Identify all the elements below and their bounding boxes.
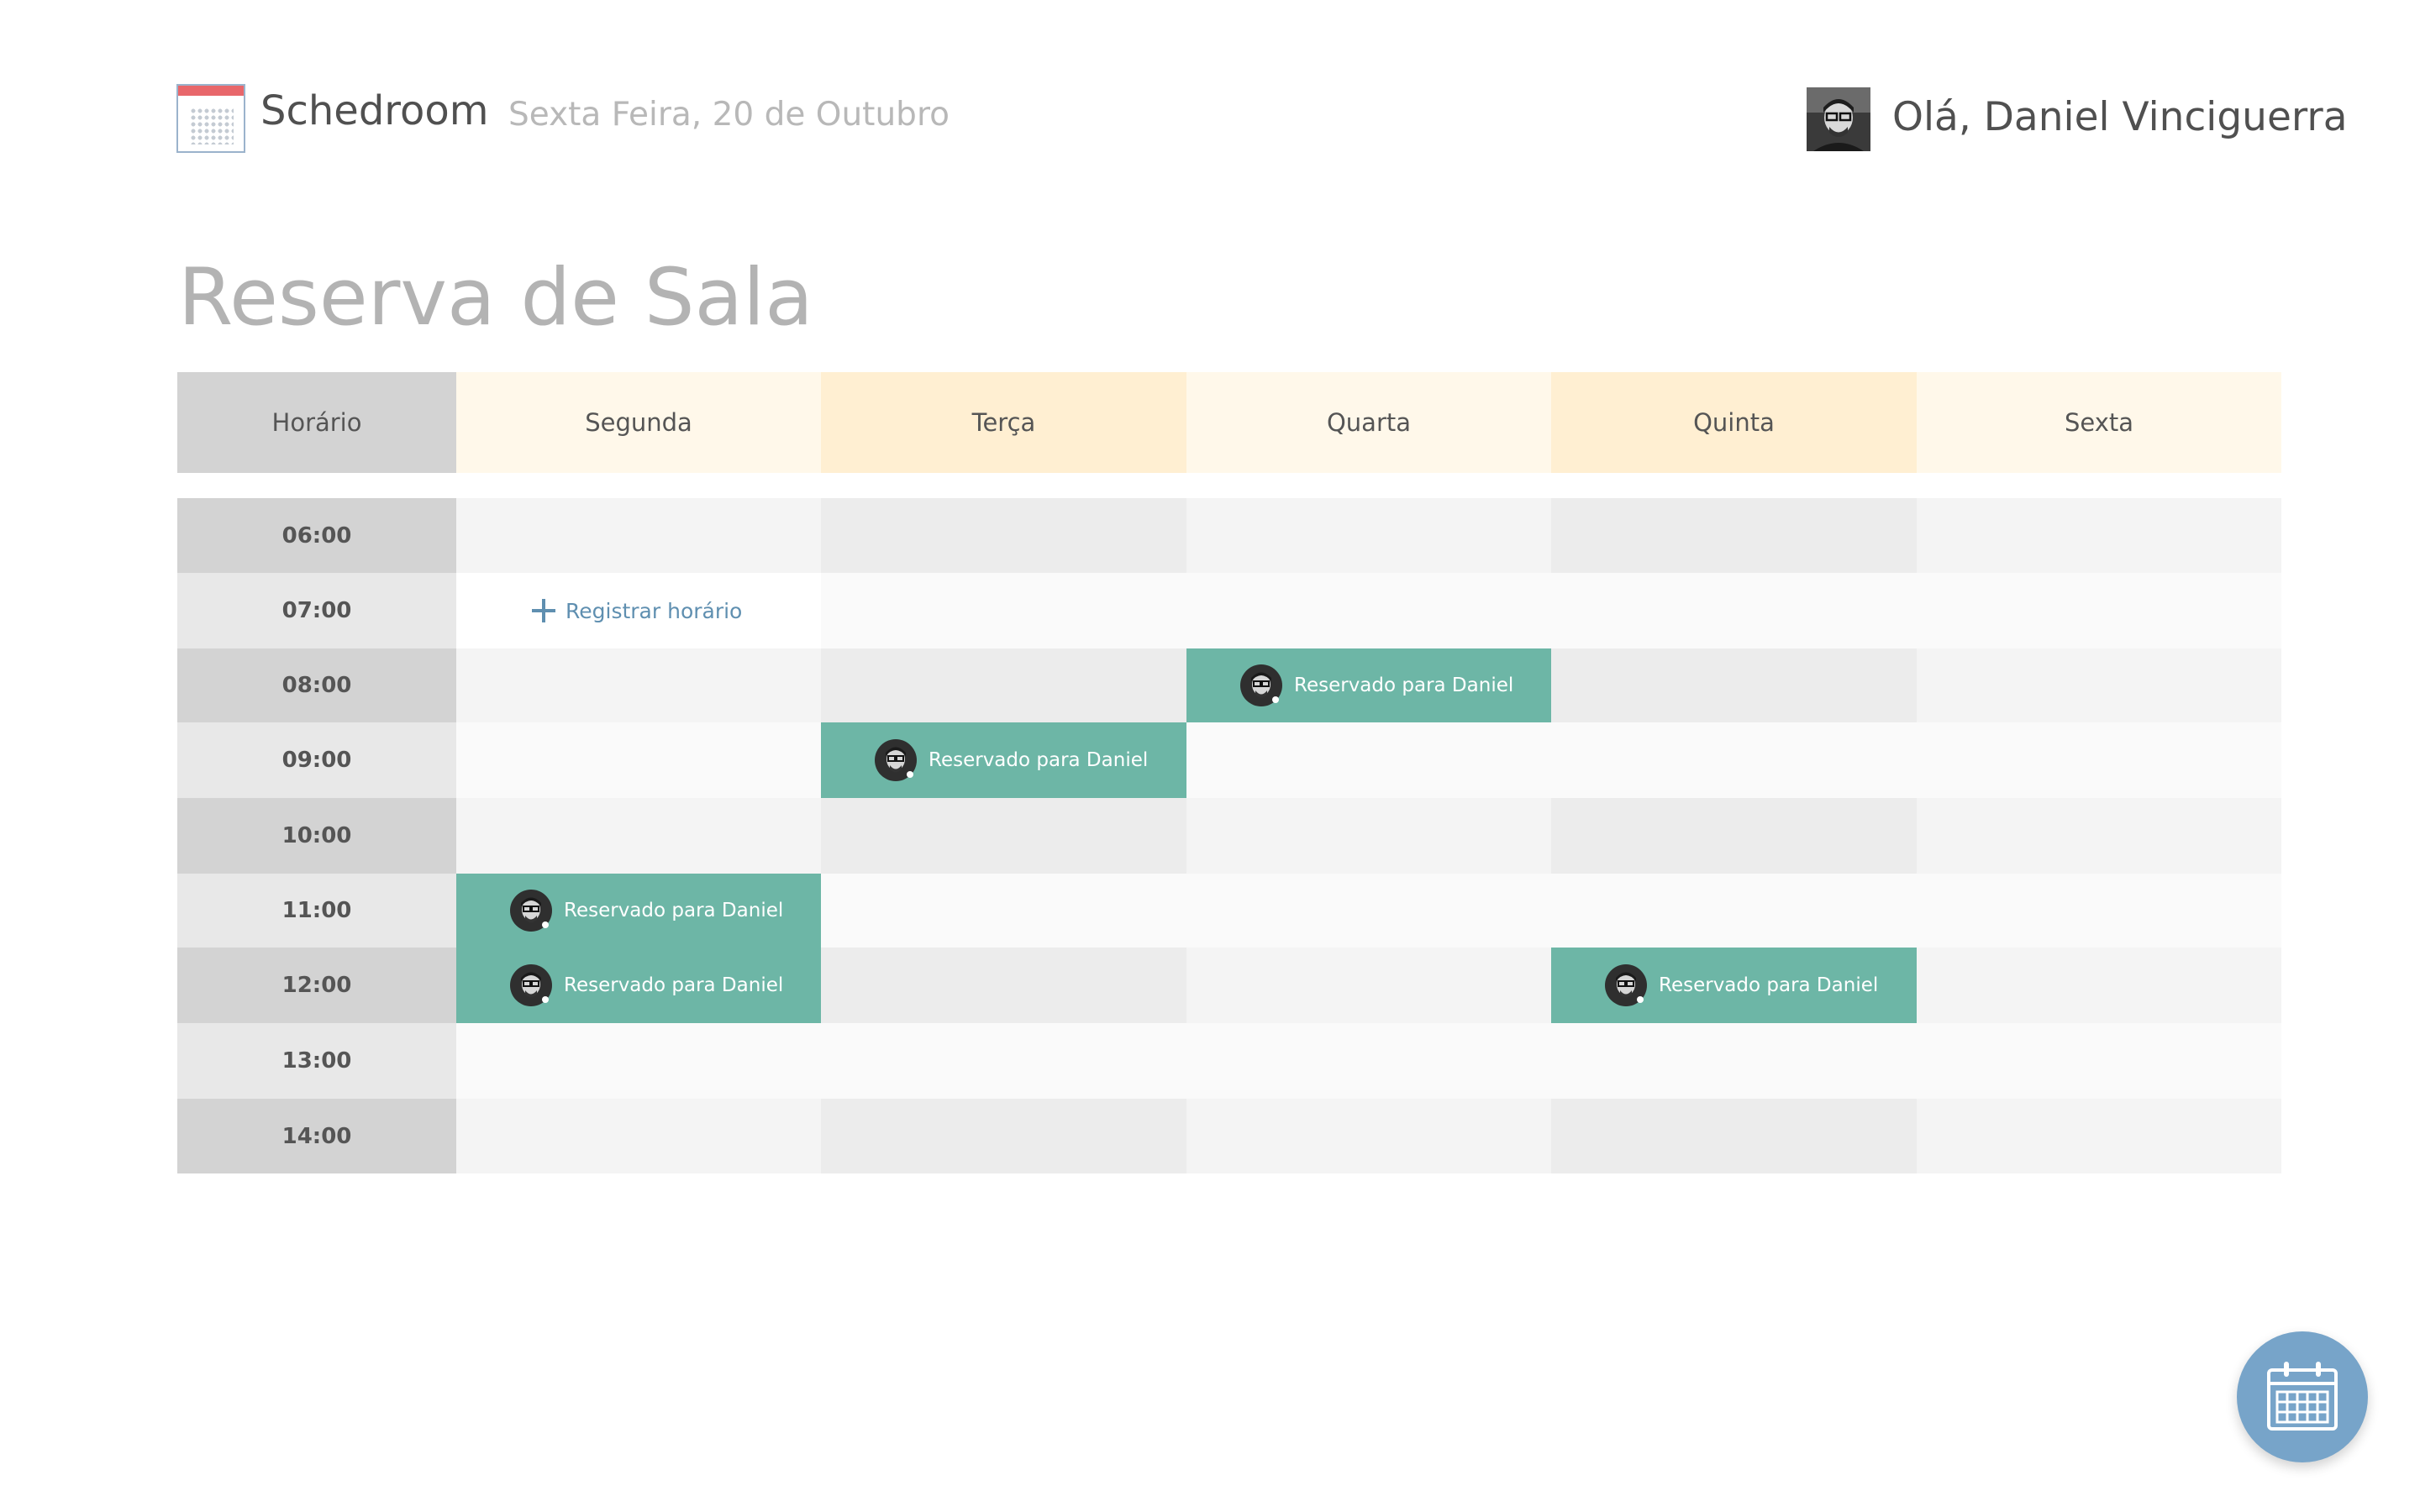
schedule-cell[interactable] — [821, 948, 1186, 1023]
schedule-cell[interactable] — [1917, 798, 2281, 874]
time-slot-label: 10:00 — [177, 798, 456, 874]
schedule-cell[interactable] — [1917, 874, 2281, 948]
schedule-cell[interactable] — [1551, 722, 1917, 798]
register-slot-button[interactable]: Registrar horário — [532, 573, 742, 648]
schedule-cell[interactable] — [1186, 573, 1551, 648]
schedule-cell[interactable] — [1551, 648, 1917, 722]
schedule-cell[interactable] — [456, 648, 821, 722]
schedule-cell[interactable] — [1186, 874, 1551, 948]
schedule-cell[interactable] — [456, 1023, 821, 1099]
schedule-cell[interactable] — [456, 798, 821, 874]
booking-label: Reservado para Daniel — [564, 900, 784, 921]
column-header-quinta: Quinta — [1551, 372, 1917, 473]
schedule-cell[interactable] — [1551, 498, 1917, 573]
schedule-cell[interactable] — [1551, 874, 1917, 948]
schedule-cell[interactable] — [1917, 648, 2281, 722]
column-header-terça: Terça — [821, 372, 1186, 473]
time-slot-label: 09:00 — [177, 722, 456, 798]
booking-slot[interactable]: Reservado para Daniel — [1186, 648, 1551, 722]
column-header-quarta: Quarta — [1186, 372, 1551, 473]
booking-slot[interactable]: Reservado para Daniel — [821, 722, 1186, 798]
current-date: Sexta Feira, 20 de Outubro — [508, 96, 950, 134]
schedule-cell[interactable] — [1551, 798, 1917, 874]
time-slot-label: 08:00 — [177, 648, 456, 722]
schedule-cell[interactable] — [1551, 573, 1917, 648]
schedule-cell[interactable] — [821, 573, 1186, 648]
booking-label: Reservado para Daniel — [564, 974, 784, 996]
plus-icon — [532, 599, 555, 622]
schedule-cell[interactable] — [1186, 722, 1551, 798]
schedule-cell[interactable] — [1186, 1023, 1551, 1099]
schedule-cell[interactable] — [1917, 498, 2281, 573]
schedule-cell[interactable] — [821, 874, 1186, 948]
schedule-cell[interactable] — [1186, 948, 1551, 1023]
booking-label: Reservado para Daniel — [929, 749, 1149, 771]
booking-slot[interactable]: Reservado para Daniel — [456, 874, 821, 948]
schedule-cell[interactable] — [821, 1099, 1186, 1173]
schedule-cell[interactable] — [1917, 722, 2281, 798]
booking-slot[interactable]: Reservado para Daniel — [456, 948, 821, 1023]
schedule-cell[interactable] — [1186, 798, 1551, 874]
schedule-cell[interactable] — [1917, 948, 2281, 1023]
register-slot-label: Registrar horário — [566, 598, 743, 623]
time-slot-label: 11:00 — [177, 874, 456, 948]
page-title: Reserva de Sala — [178, 252, 813, 344]
app-logo-icon — [176, 84, 245, 153]
schedule-cell[interactable] — [1551, 1099, 1917, 1173]
user-avatar-small — [1605, 964, 1647, 1006]
time-slot-label: 13:00 — [177, 1023, 456, 1099]
calendar-fab-button[interactable] — [2237, 1331, 2368, 1462]
schedule-cell[interactable] — [1917, 1099, 2281, 1173]
schedule-cell[interactable] — [1186, 498, 1551, 573]
time-slot-label: 07:00 — [177, 573, 456, 648]
time-slot-label: 06:00 — [177, 498, 456, 573]
time-slot-label: 14:00 — [177, 1099, 456, 1173]
schedule-cell[interactable] — [1551, 1023, 1917, 1099]
column-header-segunda: Segunda — [456, 372, 821, 473]
booking-slot[interactable]: Reservado para Daniel — [1551, 948, 1917, 1023]
schedule-cell[interactable] — [456, 1099, 821, 1173]
booking-label: Reservado para Daniel — [1659, 974, 1879, 996]
user-avatar-small — [875, 739, 917, 781]
schedule-cell[interactable] — [821, 798, 1186, 874]
schedule-cell[interactable] — [1186, 1099, 1551, 1173]
user-avatar[interactable] — [1807, 87, 1870, 151]
user-avatar-small — [1240, 664, 1282, 706]
schedule-cell[interactable] — [1917, 573, 2281, 648]
greeting: Olá, Daniel Vinciguerra — [1892, 94, 2348, 140]
schedule-cell[interactable] — [821, 498, 1186, 573]
app-title[interactable]: Schedroom — [260, 87, 488, 134]
schedule-cell[interactable] — [456, 498, 821, 573]
column-header-sexta: Sexta — [1917, 372, 2281, 473]
user-avatar-small — [510, 964, 552, 1006]
schedule-cell[interactable] — [1917, 1023, 2281, 1099]
schedule-cell[interactable] — [821, 1023, 1186, 1099]
column-header-time: Horário — [177, 372, 456, 473]
schedule-cell[interactable] — [821, 648, 1186, 722]
calendar-icon — [2267, 1362, 2338, 1431]
time-slot-label: 12:00 — [177, 948, 456, 1023]
schedule-cell[interactable] — [456, 722, 821, 798]
user-avatar-small — [510, 890, 552, 932]
booking-label: Reservado para Daniel — [1294, 675, 1514, 696]
